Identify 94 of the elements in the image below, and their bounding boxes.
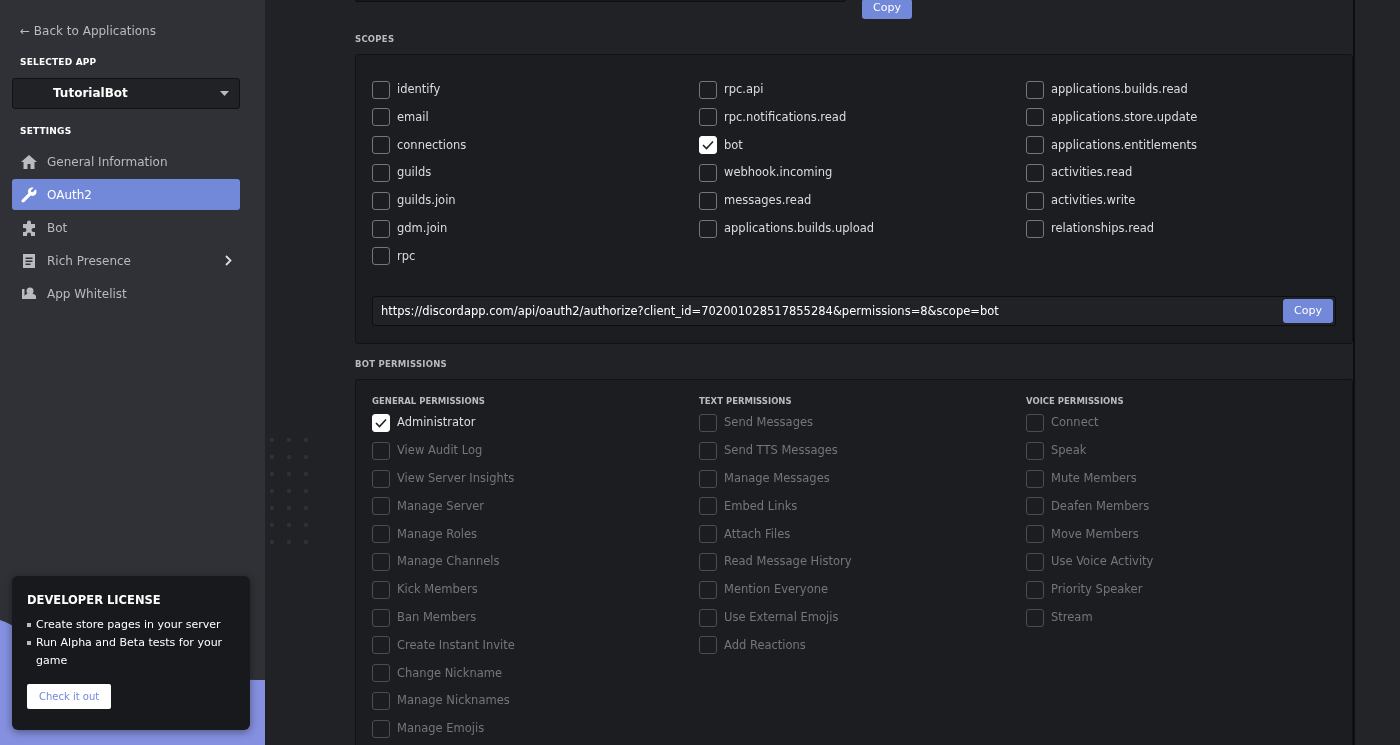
checkbox[interactable] [699, 219, 717, 238]
puzzle-icon [20, 218, 38, 237]
checkbox-label: rpc.notifications.read [724, 108, 847, 126]
checkbox-label: Read Message History [724, 553, 852, 571]
checkbox-label: Priority Speaker [1051, 581, 1143, 599]
checkbox-label: Ban Members [397, 608, 477, 626]
wrench-icon [20, 185, 38, 204]
checkbox[interactable] [372, 164, 390, 183]
checkbox[interactable] [372, 247, 390, 266]
checkbox-label: applications.entitlements [1051, 136, 1197, 154]
app-dropdown[interactable]: TutorialBot [12, 77, 240, 109]
checkbox-label: applications.store.update [1051, 108, 1198, 126]
checkbox[interactable] [699, 108, 717, 127]
nav-item[interactable]: App Whitelist [12, 278, 240, 309]
group-title: TEXT PERMISSIONS [699, 395, 793, 409]
home-icon [20, 152, 38, 171]
nav-item[interactable]: Rich Presence [12, 245, 240, 276]
checkbox[interactable] [1026, 80, 1044, 99]
checkbox-label: bot [724, 136, 743, 154]
checkbox-label: guilds.join [397, 192, 456, 210]
checkbox[interactable] [372, 191, 390, 210]
checkbox-label: Manage Channels [397, 553, 500, 571]
bullet-icon [27, 640, 31, 645]
checkbox-label: gdm.join [397, 220, 448, 237]
checkbox-label: View Audit Log [397, 442, 483, 460]
checkbox-label: Mute Members [1051, 469, 1137, 487]
bullet-text: Create store pages in your server [36, 616, 221, 633]
group-title: VOICE PERMISSIONS [1026, 395, 1125, 409]
checkbox-label: Use Voice Activity [1051, 553, 1154, 571]
card-title: DEVELOPER LICENSE [27, 594, 162, 608]
checkbox[interactable] [1026, 191, 1044, 210]
section-title: SCOPES [355, 33, 396, 46]
checkbox-label: Attach Files [724, 525, 791, 543]
checkbox-label: Connect [1051, 414, 1099, 432]
checkbox-label: Manage Server [397, 497, 485, 515]
checkbox-label: applications.builds.read [1051, 81, 1188, 98]
checkbox-label: guilds [397, 164, 432, 182]
checkbox-label: relationships.read [1051, 220, 1155, 237]
checkbox-label: messages.read [724, 192, 812, 210]
checkbox-label: Use External Emojis [724, 608, 839, 626]
checkbox-label: Add Reactions [724, 636, 806, 654]
checkbox-label: rpc.api [724, 81, 764, 98]
checkbox-label: Manage Messages [724, 469, 830, 487]
checkbox[interactable] [1026, 219, 1044, 238]
check-icon [375, 417, 387, 428]
checkbox-label: activities.write [1051, 192, 1136, 210]
checkbox-label: Speak [1051, 442, 1087, 460]
checkbox[interactable] [1026, 136, 1044, 155]
checkbox[interactable] [699, 164, 717, 183]
checkbox-label: activities.read [1051, 164, 1133, 182]
checkbox-label: Send TTS Messages [724, 442, 838, 460]
caret-icon [220, 90, 229, 96]
document-icon [20, 251, 38, 270]
checkbox-label: identify [397, 81, 441, 98]
section-title: BOT PERMISSIONS [355, 358, 448, 372]
checkbox-label: Stream [1051, 608, 1093, 626]
checkbox-label: Kick Members [397, 581, 478, 599]
checkbox[interactable] [699, 191, 717, 210]
checkbox-label: Move Members [1051, 525, 1139, 543]
checkbox-label: webhook.incoming [724, 164, 833, 182]
checkbox-label: Send Messages [724, 414, 813, 432]
check-icon [702, 140, 714, 151]
nav-item[interactable]: Bot [12, 212, 240, 243]
back-link[interactable]: ← Back to Applications [20, 22, 156, 40]
checkbox-label: Change Nickname [397, 664, 503, 682]
checkbox-label: Mention Everyone [724, 581, 829, 599]
checkbox[interactable] [372, 108, 390, 127]
checkbox-label: Create Instant Invite [397, 636, 515, 654]
checkbox-label: Embed Links [724, 497, 798, 515]
url-field[interactable]: https://discordapp.com/api/oauth2/authorize?client_id=702001028517855284&permissions=8&scope=bot Copy [372, 296, 1336, 327]
checkbox[interactable] [372, 80, 390, 99]
bullet-icon [27, 622, 31, 627]
checkbox[interactable] [1026, 108, 1044, 127]
checkbox[interactable] [1026, 164, 1044, 183]
checkbox-label: Administrator [397, 414, 476, 432]
bullet-text: Run Alpha and Beta tests for your game [36, 634, 224, 669]
checkbox-label: Deafen Members [1051, 497, 1150, 515]
checkbox-label: applications.builds.upload [724, 220, 875, 237]
checkbox[interactable] [699, 80, 717, 99]
group-title: GENERAL PERMISSIONS [372, 395, 486, 409]
section-label: SELECTED APP [20, 56, 98, 69]
checkbox-label: email [397, 108, 429, 126]
checkbox-label: rpc [397, 247, 416, 265]
checkbox-label: Manage Roles [397, 525, 478, 543]
chevron-icon [225, 255, 232, 266]
checkbox-label: Manage Nicknames [397, 692, 510, 710]
nav-item[interactable]: General Information [12, 146, 240, 177]
checkbox[interactable] [372, 136, 390, 155]
checkbox[interactable] [372, 219, 390, 238]
check-it-out-button[interactable]: Check it out [27, 683, 112, 709]
section-label: SETTINGS [20, 124, 73, 138]
checkbox-label: connections [397, 136, 467, 154]
checkbox-label: View Server Insights [397, 469, 515, 487]
checkbox-label: Manage Emojis [397, 720, 485, 738]
